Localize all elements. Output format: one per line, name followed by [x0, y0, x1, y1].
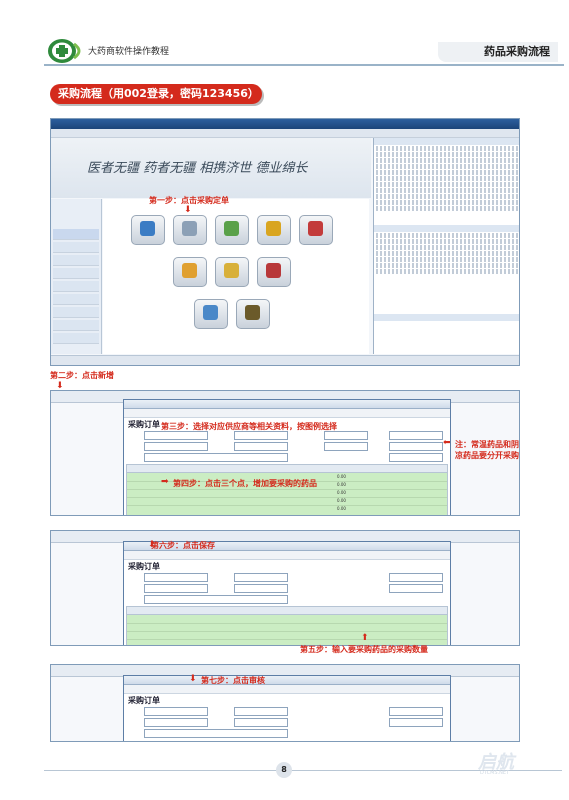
supplier-field[interactable]	[144, 431, 208, 440]
tax-field[interactable]	[389, 453, 443, 462]
storage-type-field[interactable]	[389, 573, 443, 582]
nav-item[interactable]	[53, 255, 99, 266]
purchase-order-new-screenshot: 采购订单 0.00 0.00 0.00 0.00 0.00 第三步：选择对应供应…	[50, 390, 520, 516]
dialog-toolbar	[124, 685, 450, 694]
row-amount: 0.00	[337, 506, 346, 511]
menu-bar	[51, 129, 519, 138]
module-tile[interactable]	[215, 215, 249, 245]
module-tile[interactable]	[173, 257, 207, 287]
nav-item[interactable]	[53, 307, 99, 318]
step6-label: 第六步：点击保存	[151, 541, 215, 550]
dept-field[interactable]	[234, 584, 288, 593]
panel-header	[374, 225, 519, 232]
status-bar	[51, 355, 519, 365]
date-field[interactable]	[234, 573, 288, 582]
watermark-text: DTCMS.NET	[480, 770, 510, 776]
module-tile[interactable]	[194, 299, 228, 329]
panel-header	[374, 314, 519, 321]
step5-label: 第五步：输入要采购药品的采购数量	[300, 645, 428, 654]
down-arrow-icon: ⬇	[184, 205, 192, 215]
left-arrow-icon: ⬅	[443, 438, 451, 448]
section-title: 药品采购流程	[438, 42, 558, 62]
operator-field[interactable]	[144, 442, 208, 451]
date-field[interactable]	[234, 707, 288, 716]
nav-item[interactable]	[53, 242, 99, 253]
step7-label: 第七步：点击审核	[201, 676, 265, 685]
nav-item[interactable]	[53, 281, 99, 292]
pay-field[interactable]	[389, 442, 443, 451]
nav-item[interactable]	[53, 294, 99, 305]
module-tile[interactable]	[299, 215, 333, 245]
remark-field[interactable]	[144, 595, 288, 604]
left-navigation[interactable]	[51, 199, 102, 354]
note-text: 注：常温药品和阴凉药品要分开采购	[455, 440, 519, 460]
module-tile[interactable]	[236, 299, 270, 329]
motto-text: 医者无疆 药者无疆 相携济世 德业绵长	[87, 161, 308, 176]
warehouse-field[interactable]	[324, 431, 368, 440]
module-panel	[103, 199, 369, 354]
form-title: 采购订单	[128, 420, 160, 429]
supplier-field[interactable]	[144, 573, 208, 582]
pay-field[interactable]	[389, 584, 443, 593]
dialog-toolbar	[124, 551, 450, 560]
dept-field[interactable]	[234, 718, 288, 727]
purchase-order-dialog: 采购订单	[123, 541, 451, 645]
row-amount: 0.00	[337, 498, 346, 503]
nav-item[interactable]	[53, 333, 99, 344]
step3-label: 第三步：选择对应供应商等相关资料，按图例选择	[161, 422, 337, 431]
date-field[interactable]	[234, 431, 288, 440]
dialog-titlebar	[124, 676, 450, 685]
message-panel	[373, 138, 519, 354]
document-title: 大药商软件操作教程	[88, 47, 170, 57]
right-arrow-icon: ➡	[161, 477, 169, 487]
header-divider	[44, 64, 564, 66]
module-tile[interactable]	[131, 215, 165, 245]
dept-field[interactable]	[234, 442, 288, 451]
step2-label: 第二步：点击新增	[50, 371, 114, 380]
step4-label: 第四步：点击三个点，增加要采购的药品	[173, 479, 317, 488]
page-number: 8	[276, 762, 292, 778]
up-arrow-icon: ⬆	[361, 633, 369, 643]
row-amount: 0.00	[337, 482, 346, 487]
form-title: 采购订单	[128, 562, 160, 571]
operator-field[interactable]	[144, 584, 208, 593]
brand-logo	[46, 36, 86, 66]
form-title: 采购订单	[128, 696, 160, 705]
purchase-order-tile[interactable]	[173, 215, 207, 245]
purchase-order-dialog: 采购订单 0.00 0.00 0.00 0.00 0.00	[123, 399, 451, 515]
procedure-banner: 采购流程（用002登录，密码123456）	[50, 84, 262, 104]
row-amount: 0.00	[337, 490, 346, 495]
purchase-order-audit-screenshot: 采购订单 ⬇ 第七步：点击审核	[50, 664, 520, 742]
nav-item[interactable]	[53, 320, 99, 331]
window-titlebar	[51, 119, 519, 129]
supplier-field[interactable]	[144, 707, 208, 716]
module-tile[interactable]	[215, 257, 249, 287]
pay-field[interactable]	[389, 718, 443, 727]
purchase-order-save-screenshot: 采购订单 ⬇ 第六步：点击保存 ⬆	[50, 530, 520, 646]
purchase-order-dialog: 采购订单	[123, 675, 451, 741]
storage-type-field[interactable]	[389, 431, 443, 440]
dialog-toolbar	[124, 409, 450, 418]
operator-field[interactable]	[144, 718, 208, 727]
module-tile[interactable]	[257, 257, 291, 287]
panel-header	[374, 138, 519, 145]
nav-item[interactable]	[53, 268, 99, 279]
employee-field[interactable]	[324, 442, 368, 451]
dialog-titlebar	[124, 400, 450, 409]
down-arrow-icon: ⬇	[189, 674, 197, 684]
nav-item[interactable]	[53, 229, 99, 240]
module-tile[interactable]	[257, 215, 291, 245]
item-grid[interactable]	[126, 614, 448, 645]
remark-field[interactable]	[144, 729, 288, 738]
storage-type-field[interactable]	[389, 707, 443, 716]
row-amount: 0.00	[337, 474, 346, 479]
app-main-screenshot: 医者无疆 药者无疆 相携济世 德业绵长 第一步：点击采购定单 ⬇	[50, 118, 520, 366]
remark-field[interactable]	[144, 453, 288, 462]
